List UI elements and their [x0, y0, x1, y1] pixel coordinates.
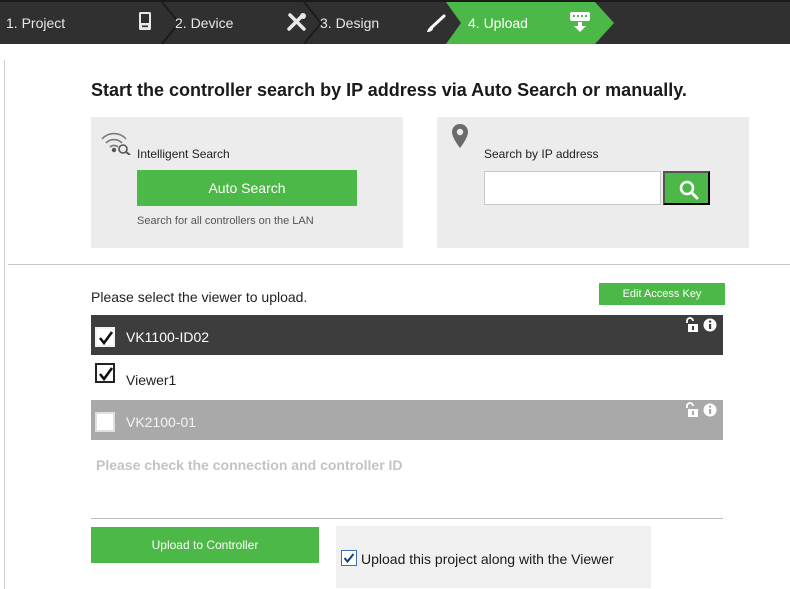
upload-to-controller-button[interactable]: Upload to Controller	[91, 527, 319, 563]
upload-with-viewer-option: Upload this project along with the Viewe…	[336, 526, 651, 588]
viewer-row-viewer1[interactable]: Viewer1	[91, 358, 723, 398]
section-divider	[8, 264, 790, 265]
footer-divider	[91, 518, 723, 519]
upload-device-icon	[568, 10, 592, 39]
viewer-checkbox[interactable]	[95, 412, 115, 432]
viewer-name: VK1100-ID02	[126, 329, 210, 345]
info-icon	[703, 403, 717, 417]
edit-access-key-button[interactable]: Edit Access Key	[599, 283, 725, 305]
auto-search-note: Search for all controllers on the LAN	[137, 215, 314, 227]
viewer-row-vk2100-01[interactable]: VK2100-01	[91, 400, 723, 440]
ip-address-input[interactable]	[484, 171, 661, 205]
step-design[interactable]: 3. Design	[320, 15, 379, 31]
upload-with-viewer-checkbox[interactable]	[341, 550, 357, 566]
ip-search-title: Search by IP address	[484, 147, 599, 161]
viewer-checkbox[interactable]	[95, 327, 115, 347]
intelligent-search-title: Intelligent Search	[137, 147, 230, 161]
viewer-checkbox[interactable]	[95, 363, 115, 383]
step-project[interactable]: 1. Project	[6, 15, 65, 31]
step-upload[interactable]: 4. Upload	[468, 15, 528, 31]
upload-with-viewer-label[interactable]: Upload this project along with the Viewe…	[361, 551, 614, 567]
tools-icon	[286, 12, 308, 37]
page-heading: Start the controller search by IP addres…	[91, 80, 687, 100]
step-device[interactable]: 2. Device	[175, 15, 233, 31]
viewer-name: VK2100-01	[126, 414, 197, 430]
location-pin-icon	[451, 123, 469, 154]
unlock-icon	[686, 402, 698, 417]
wifi-search-icon	[99, 127, 133, 160]
step-navigation-bar: 1. Project 2. Device 3. Design 4. Upload	[0, 0, 790, 44]
info-icon	[703, 318, 717, 332]
ip-search-panel: Search by IP address	[437, 117, 749, 248]
connection-message: Please check the connection and controll…	[96, 457, 403, 473]
step-separators	[161, 2, 323, 44]
unlock-icon	[686, 317, 698, 332]
viewer-name: Viewer1	[126, 372, 177, 388]
intelligent-search-panel: Intelligent Search Auto Search Search fo…	[91, 117, 403, 248]
content-border	[4, 60, 5, 589]
viewer-select-label: Please select the viewer to upload.	[91, 289, 308, 305]
auto-search-button[interactable]: Auto Search	[137, 170, 357, 206]
device-icon	[138, 11, 152, 36]
brush-icon	[425, 13, 447, 38]
ip-search-button[interactable]	[663, 171, 710, 205]
viewer-row-vk1100-id02[interactable]: VK1100-ID02	[91, 315, 723, 355]
